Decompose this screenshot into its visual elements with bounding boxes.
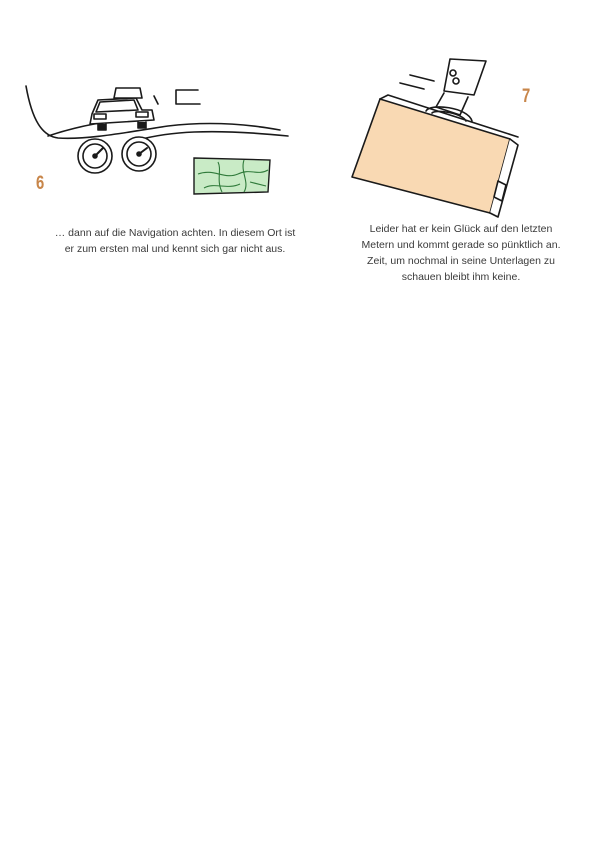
caption-line: Zeit, um nochmal in seine Unterlagen zu <box>367 255 555 267</box>
panel-number-7: 7 <box>522 86 531 107</box>
briefcase-icon <box>351 94 519 218</box>
tachometer-icon <box>121 136 157 172</box>
speedometer-icon <box>77 138 113 174</box>
navigation-map-icon <box>193 157 271 195</box>
caption-line: Metern und kommt gerade so pünktlich an. <box>361 239 561 251</box>
panel-6-caption: … dann auf die Navigation achten. In die… <box>34 225 316 257</box>
car-icon <box>89 87 159 131</box>
car-dashboard-illustration <box>25 85 289 195</box>
caption-line: er zum ersten mal und kennt sich gar nic… <box>64 243 286 255</box>
panel-number-6: 6 <box>36 173 45 194</box>
briefcase-illustration <box>351 58 519 218</box>
caption-line: Leider hat er kein Glück auf den letzten <box>369 223 553 235</box>
caption-line: … dann auf die Navigation achten. In die… <box>54 227 296 239</box>
caption-line: schauen bleibt ihm keine. <box>401 271 521 283</box>
panel-7-caption: Leider hat er kein Glück auf den letzten… <box>336 221 586 285</box>
